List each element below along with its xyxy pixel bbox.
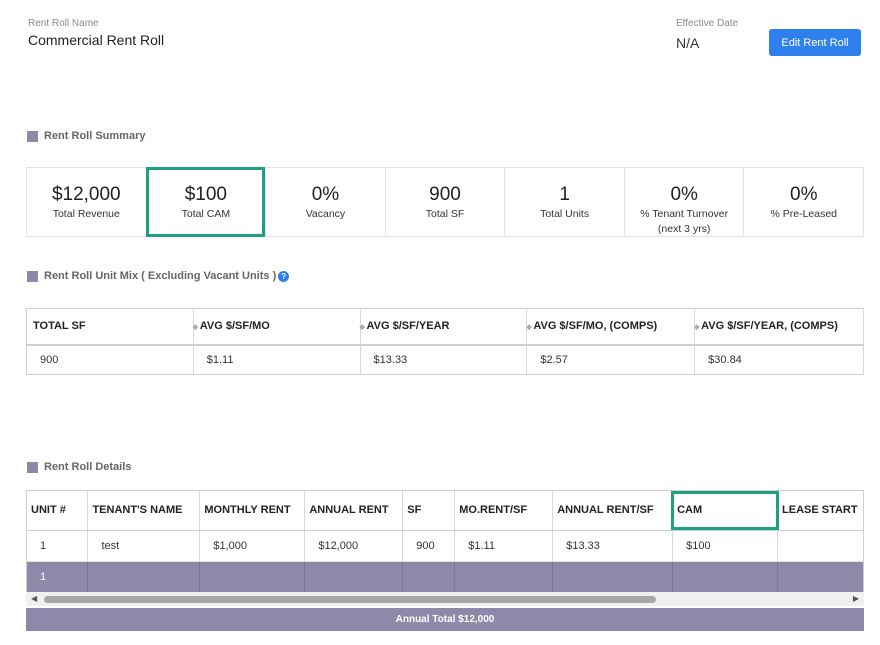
scroll-right-icon[interactable]: ▶ xyxy=(853,594,859,603)
summary-card-total-units: 1 Total Units xyxy=(505,168,625,236)
column-header[interactable]: ANNUAL RENT xyxy=(304,491,404,531)
table-cell: 900 xyxy=(26,344,194,375)
horizontal-scrollbar[interactable]: ◀ ▶ xyxy=(26,592,864,606)
edit-rent-roll-button[interactable]: Edit Rent Roll xyxy=(769,29,861,56)
table-cell: $30.84 xyxy=(694,344,864,375)
column-resize-icon[interactable]: ◆ xyxy=(360,323,365,331)
rent-roll-name-label: Rent Roll Name xyxy=(28,18,99,29)
table-cell xyxy=(402,561,456,593)
card-label: Total Revenue xyxy=(52,208,120,220)
card-value: $100 xyxy=(184,184,227,205)
unit-mix-table: TOTAL SF ◆ AVG $/SF/MO ◆ AVG $/SF/YEAR ◆ AV… xyxy=(26,308,864,375)
column-header[interactable]: UNIT # xyxy=(27,491,89,531)
card-value: 900 xyxy=(429,184,461,205)
table-cell xyxy=(454,561,554,593)
column-header[interactable]: TOTAL SF xyxy=(26,308,194,346)
table-cell: $2.57 xyxy=(526,344,696,375)
annual-total-bar: Annual Total $12,000 xyxy=(26,608,864,631)
column-header[interactable]: ANNUAL RENT/SF xyxy=(552,491,674,531)
summary-card-tenant-turnover: 0% % Tenant Turnover (next 3 yrs) xyxy=(625,168,745,236)
table-cell xyxy=(552,561,674,593)
table-cell: $1.11 xyxy=(193,344,361,375)
table-cell: test xyxy=(87,530,201,562)
column-header[interactable]: TENANT'S NAME xyxy=(87,491,201,531)
table-cell xyxy=(199,561,306,593)
details-title: Rent Roll Details xyxy=(44,461,132,473)
card-label: Total CAM xyxy=(181,208,231,220)
table-row: 900 $1.11 $13.33 $2.57 $30.84 xyxy=(26,344,864,375)
table-header-row: TOTAL SF ◆ AVG $/SF/MO ◆ AVG $/SF/YEAR ◆ AV… xyxy=(26,308,864,346)
card-value: 0% xyxy=(311,184,340,205)
card-label: Vacancy xyxy=(305,208,346,220)
column-resize-icon[interactable]: ◆ xyxy=(526,323,531,331)
table-header-row: UNIT # TENANT'S NAME MONTHLY RENT ANNUAL… xyxy=(27,491,863,531)
table-cell: $1.11 xyxy=(454,530,554,562)
table-cell xyxy=(672,561,779,593)
column-header[interactable]: LEASE START xyxy=(777,491,863,531)
table-row: 1 test $1,000 $12,000 900 $1.11 $13.33 $… xyxy=(27,530,863,562)
column-header[interactable]: MONTHLY RENT xyxy=(199,491,306,531)
card-label: % Pre-Leased xyxy=(770,208,838,220)
card-value: 0% xyxy=(790,184,818,205)
column-header[interactable]: ◆ AVG $/SF/YEAR xyxy=(360,308,528,346)
summary-card-pre-leased: 0% % Pre-Leased xyxy=(744,168,863,236)
summary-card-vacancy: 0% Vacancy xyxy=(266,168,386,236)
table-cell xyxy=(777,530,863,562)
table-cell: $13.33 xyxy=(360,344,528,375)
help-icon[interactable]: ? xyxy=(278,270,290,282)
column-header[interactable]: ◆ AVG $/SF/MO xyxy=(193,308,361,346)
summary-card-total-sf: 900 Total SF xyxy=(386,168,506,236)
column-resize-icon[interactable]: ◆ xyxy=(694,323,699,331)
details-table: UNIT # TENANT'S NAME MONTHLY RENT ANNUAL… xyxy=(27,491,863,593)
card-label: % Tenant Turnover (next 3 yrs) xyxy=(640,208,729,235)
table-cell: 1 xyxy=(27,530,89,562)
table-cell: 1 xyxy=(27,561,89,593)
total-row: 1 xyxy=(27,561,863,593)
table-cell xyxy=(304,561,404,593)
table-cell xyxy=(777,561,863,593)
summary-card-total-revenue: $12,000 Total Revenue xyxy=(27,168,147,236)
section-marker-icon xyxy=(27,270,38,282)
table-cell: $12,000 xyxy=(304,530,404,562)
table-cell xyxy=(87,561,201,593)
rent-roll-name: Commercial Rent Roll xyxy=(28,32,165,48)
column-header[interactable]: SF xyxy=(402,491,456,531)
table-cell: $1,000 xyxy=(199,530,306,562)
table-cell: $13.33 xyxy=(552,530,674,562)
scroll-left-icon[interactable]: ◀ xyxy=(31,594,37,603)
details-table-container[interactable]: UNIT # TENANT'S NAME MONTHLY RENT ANNUAL… xyxy=(26,490,864,606)
scrollbar-thumb[interactable] xyxy=(44,596,656,603)
unit-mix-title: Rent Roll Unit Mix ( Excluding Vacant Un… xyxy=(44,270,277,282)
card-value: 1 xyxy=(559,184,570,205)
column-header[interactable]: ◆ AVG $/SF/MO, (COMPS) xyxy=(526,308,696,346)
card-value: 0% xyxy=(670,184,698,205)
table-cell: $100 xyxy=(672,530,779,562)
column-resize-icon[interactable]: ◆ xyxy=(193,323,198,331)
summary-card-total-cam: $100 Total CAM xyxy=(147,168,267,236)
section-marker-icon xyxy=(27,461,38,473)
card-label: Total Units xyxy=(540,208,590,220)
column-header[interactable]: CAM xyxy=(672,491,779,531)
unit-mix-section-title: Rent Roll Unit Mix ( Excluding Vacant Un… xyxy=(27,270,290,282)
section-marker-icon xyxy=(27,130,38,142)
column-header[interactable]: ◆ AVG $/SF/YEAR, (COMPS) xyxy=(694,308,864,346)
card-label: Total SF xyxy=(425,208,465,220)
summary-title: Rent Roll Summary xyxy=(44,130,146,142)
effective-date-label: Effective Date xyxy=(676,18,739,29)
table-cell: 900 xyxy=(402,530,456,562)
effective-date-value: N/A xyxy=(676,35,700,51)
details-section-title: Rent Roll Details xyxy=(27,461,131,473)
column-header[interactable]: MO.RENT/SF xyxy=(454,491,554,531)
summary-section-title: Rent Roll Summary xyxy=(27,130,145,142)
card-value: $12,000 xyxy=(51,184,121,205)
summary-cards: $12,000 Total Revenue $100 Total CAM 0% … xyxy=(26,167,864,237)
